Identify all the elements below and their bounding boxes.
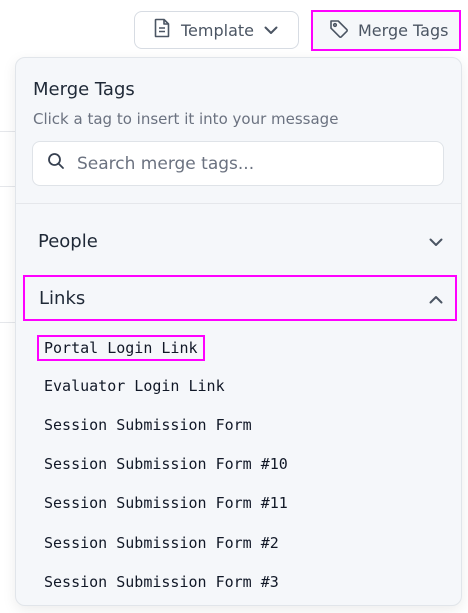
tag-item-portal-login-link[interactable]: Portal Login Link [37,335,205,361]
merge-tags-popover: Merge Tags Click a tag to insert it into… [15,57,462,606]
tag-item-session-submission-form-3[interactable]: Session Submission Form #3 [44,573,279,591]
merge-tags-button-label: Merge Tags [358,21,449,40]
chevron-down-icon [429,231,443,252]
tag-item-session-submission-form[interactable]: Session Submission Form [44,416,252,434]
search-input[interactable] [75,152,419,175]
section-label: Links [39,287,86,309]
tag-item-session-submission-form-10[interactable]: Session Submission Form #10 [44,455,288,473]
popover-subtitle: Click a tag to insert it into your messa… [33,110,339,128]
section-links-header[interactable]: Links [23,275,457,321]
template-button-label: Template [181,20,255,40]
chevron-down-icon [264,26,278,35]
search-icon [47,152,65,175]
chevron-up-icon [429,288,443,309]
document-icon [153,18,171,42]
tag-icon [329,19,349,43]
section-label: People [38,230,98,252]
tag-item-evaluator-login-link[interactable]: Evaluator Login Link [44,377,225,395]
merge-tags-button[interactable]: Merge Tags [311,10,461,51]
divider [16,203,461,204]
section-people-header[interactable]: People [24,220,455,262]
popover-title: Merge Tags [33,79,135,100]
tag-item-session-submission-form-2[interactable]: Session Submission Form #2 [44,534,279,552]
tag-item-session-submission-form-11[interactable]: Session Submission Form #11 [44,494,288,512]
search-box[interactable] [32,141,444,186]
template-button[interactable]: Template [134,11,299,49]
